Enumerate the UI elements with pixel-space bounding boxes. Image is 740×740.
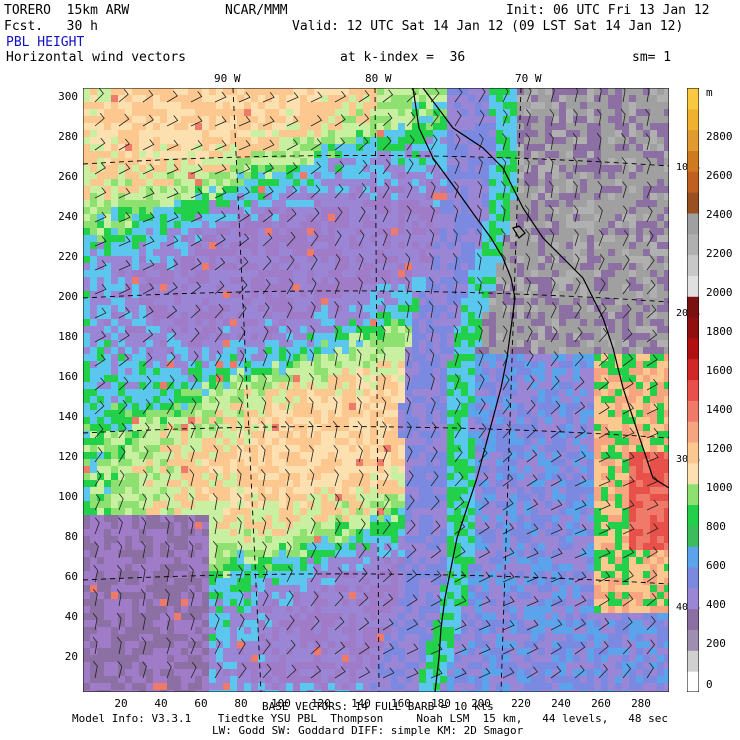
colorbar-label: 200 [706,637,726,650]
x-tick: 220 [511,697,531,710]
colorbar-unit: m [706,86,713,99]
y-tick: 60 [64,570,78,583]
colorbar-label: 2400 [706,208,733,221]
center-label: NCAR/MMM [225,3,288,18]
model-title: TORERO 15km ARW [4,3,130,18]
model-info-physics: LW: Godd SW: Goddard DIFF: simple KM: 2D… [212,724,524,737]
y-tick: 80 [64,530,78,543]
y-tick: 180 [58,330,78,343]
y-tick: 220 [58,250,78,263]
colorbar-label: 2200 [706,247,733,260]
colorbar-label: 800 [706,520,726,533]
y-tick: 240 [58,210,78,223]
colorbar-label: 1600 [706,364,733,377]
colorbar-label: 1000 [706,481,733,494]
x-tick: 240 [551,697,571,710]
x-tick: 280 [631,697,651,710]
y-tick: 120 [58,450,78,463]
forecast-hour: Fcst. 30 h [4,19,98,34]
colorbar-label: 2800 [706,130,733,143]
smoothing-label: sm= 1 [632,50,672,65]
y-tick: 300 [58,90,78,103]
colorbar-label: 1400 [706,403,733,416]
valid-time: Valid: 12 UTC Sat 14 Jan 12 (09 LST Sat … [292,19,684,34]
x-tick: 40 [154,697,168,710]
init-time: Init: 06 UTC Fri 13 Jan 12 [506,3,710,18]
pbl-height-map [83,88,669,692]
y-tick: 100 [58,490,78,503]
x-tick: 60 [194,697,208,710]
lon-label-80w: 80 W [365,72,392,85]
colorbar-label: 1200 [706,442,733,455]
colorbar-label: 2000 [706,286,733,299]
y-tick: 160 [58,370,78,383]
colorbar-label: 1800 [706,325,733,338]
colorbar-label: 400 [706,598,726,611]
colorbar-label: 0 [706,678,713,691]
k-index-label: at k-index = 36 [340,50,466,65]
field-title: PBL HEIGHT [6,35,85,50]
y-tick: 40 [64,610,78,623]
x-tick: 260 [591,697,611,710]
vector-label: Horizontal wind vectors [6,50,187,65]
y-tick: 20 [64,650,78,663]
y-tick: 260 [58,170,78,183]
color-scale-bar [687,88,699,692]
y-tick: 140 [58,410,78,423]
y-tick: 280 [58,130,78,143]
y-tick: 200 [58,290,78,303]
colorbar-label: 600 [706,559,726,572]
colorbar-label: 2600 [706,169,733,182]
lon-label-90w: 90 W [214,72,241,85]
lon-label-70w: 70 W [515,72,542,85]
x-tick: 80 [234,697,248,710]
x-tick: 20 [114,697,128,710]
